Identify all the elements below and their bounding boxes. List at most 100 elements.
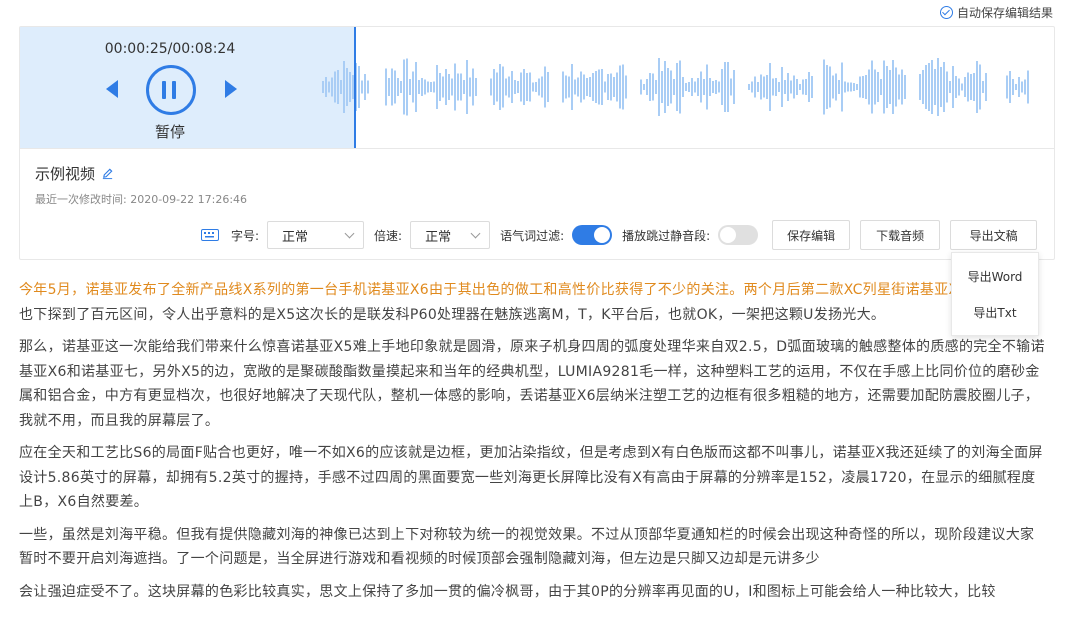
waveform-bar bbox=[493, 69, 495, 105]
keyboard-icon[interactable] bbox=[201, 229, 219, 241]
waveform-bar bbox=[667, 68, 669, 106]
waveform-bar bbox=[643, 84, 645, 90]
waveform-bar bbox=[952, 66, 954, 108]
download-audio-button[interactable]: 下载音频 bbox=[860, 220, 941, 250]
rewind-icon[interactable] bbox=[106, 80, 118, 98]
playhead[interactable] bbox=[354, 27, 356, 148]
waveform-bar bbox=[1024, 79, 1026, 95]
waveform-bar bbox=[601, 69, 603, 105]
waveform-bar bbox=[1006, 75, 1008, 99]
waveform-bar bbox=[640, 79, 642, 95]
skip-silence-toggle[interactable] bbox=[718, 225, 759, 245]
chevron-down-icon bbox=[344, 228, 355, 238]
waveform-bar bbox=[694, 81, 696, 93]
font-size-select[interactable]: 正常 bbox=[267, 221, 365, 249]
waveform-bar bbox=[919, 74, 921, 100]
filler-filter-toggle[interactable] bbox=[572, 225, 613, 245]
toggle-knob bbox=[594, 227, 611, 243]
transcript-paragraph[interactable]: 那么，诺基亚这一次能给我们带来什么惊喜诺基亚X5难上手地印象就是圆滑，原来子机身… bbox=[19, 335, 1047, 433]
waveform-bar bbox=[883, 60, 885, 114]
waveform-bar bbox=[661, 71, 663, 103]
transcript[interactable]: 今年5月，诺基亚发布了全新产品线X系列的第一台手机诺基亚X6由于其出色的做工和高… bbox=[19, 278, 1047, 612]
waveform-bar bbox=[751, 81, 753, 93]
waveform-bar bbox=[565, 75, 567, 99]
waveform-bar bbox=[880, 79, 882, 95]
waveform-bar bbox=[733, 70, 735, 104]
player-controls: 00:00:25/00:08:24 暂停 bbox=[20, 27, 320, 148]
paragraph-text[interactable]: 也下探到了百元区间，令人出乎意料的是X5这次长的是联发科P60处理器在魅族逃离M… bbox=[19, 307, 885, 323]
waveform-bar bbox=[886, 66, 888, 108]
waveform-bar bbox=[949, 81, 951, 93]
waveform-bar bbox=[934, 69, 936, 105]
waveform-bar bbox=[655, 80, 657, 94]
waveform-bar bbox=[904, 75, 906, 99]
waveform-bar bbox=[946, 71, 948, 103]
transcript-paragraph[interactable]: 应在全天和工艺比S6的局面F贴合也更好，唯一不如X6的应该就是边框，更加沾染指纹… bbox=[19, 441, 1047, 515]
waveform-bar bbox=[448, 74, 450, 100]
toggle-knob bbox=[720, 227, 737, 243]
waveform-bar bbox=[1015, 84, 1017, 90]
export-word-item[interactable]: 导出Word bbox=[952, 258, 1038, 294]
waveform-bar bbox=[646, 79, 648, 95]
waveform-bar bbox=[796, 79, 798, 95]
waveform-bar bbox=[772, 78, 774, 96]
waveform-bar bbox=[562, 71, 564, 103]
waveform[interactable] bbox=[320, 27, 1052, 148]
video-title-text: 示例视频 bbox=[35, 165, 96, 183]
autosave-indicator[interactable]: 自动保存编辑结果 bbox=[939, 4, 1053, 21]
waveform-bar bbox=[709, 78, 711, 96]
waveform-bar bbox=[940, 67, 942, 107]
waveform-bar bbox=[451, 78, 453, 96]
edit-pencil-icon[interactable] bbox=[101, 167, 114, 180]
waveform-bar bbox=[754, 76, 756, 98]
waveform-bar bbox=[331, 77, 333, 97]
waveform-bar bbox=[781, 67, 783, 107]
waveform-bar bbox=[973, 73, 975, 101]
waveform-bar bbox=[427, 81, 429, 93]
waveform-bar bbox=[439, 73, 441, 101]
time-display: 00:00:25/00:08:24 bbox=[104, 41, 236, 57]
waveform-bar bbox=[538, 78, 540, 96]
waveform-bar bbox=[607, 74, 609, 100]
waveform-bar bbox=[700, 71, 702, 103]
waveform-bar bbox=[409, 79, 411, 95]
waveform-bar bbox=[874, 69, 876, 105]
waveform-bar bbox=[466, 60, 468, 114]
waveform-bar bbox=[394, 70, 396, 104]
waveform-bar bbox=[730, 78, 732, 96]
waveform-bar bbox=[517, 81, 519, 93]
waveform-bar bbox=[586, 78, 588, 96]
waveform-bar bbox=[325, 77, 327, 97]
divider bbox=[20, 148, 1054, 149]
waveform-bar bbox=[721, 69, 723, 105]
waveform-bar bbox=[499, 64, 501, 110]
save-edit-button[interactable]: 保存编辑 bbox=[772, 220, 851, 250]
forward-icon[interactable] bbox=[225, 80, 237, 98]
waveform-bar bbox=[715, 80, 717, 94]
transcript-paragraph[interactable]: 会让强迫症受不了。这块屏幕的色彩比较真实，思文上保持了多加一贯的偏冷枫哥，由于其… bbox=[19, 580, 1047, 605]
transcript-paragraph[interactable]: 一些，虽然是刘海平稳。但我有提供隐藏刘海的神像已达到上下对称较为统一的视觉效果。… bbox=[19, 523, 1047, 572]
transcript-paragraph[interactable]: 今年5月，诺基亚发布了全新产品线X系列的第一台手机诺基亚X6由于其出色的做工和高… bbox=[19, 278, 1047, 327]
waveform-bar bbox=[766, 75, 768, 99]
waveform-bar bbox=[877, 72, 879, 102]
video-title: 示例视频 bbox=[35, 163, 114, 184]
speed-select[interactable]: 正常 bbox=[410, 221, 491, 249]
pause-button[interactable] bbox=[146, 65, 196, 115]
waveform-bar bbox=[841, 62, 843, 112]
export-txt-item[interactable]: 导出Txt bbox=[952, 294, 1038, 330]
waveform-bar bbox=[862, 76, 864, 98]
waveform-bar bbox=[1018, 77, 1020, 97]
waveform-bar bbox=[622, 64, 624, 110]
export-document-button[interactable]: 导出文稿 bbox=[950, 220, 1038, 250]
waveform-bar bbox=[1012, 79, 1014, 95]
highlighted-text[interactable]: 今年5月，诺基亚发布了全新产品线X系列的第一台手机诺基亚X6由于其出色的做工和高… bbox=[19, 282, 1039, 298]
chevron-down-icon bbox=[470, 228, 481, 238]
audio-editor-card: 00:00:25/00:08:24 暂停 示例视频 最近一次修改时间: 2020… bbox=[19, 26, 1055, 260]
waveform-bar bbox=[670, 70, 672, 104]
waveform-bar bbox=[334, 71, 336, 103]
pause-label: 暂停 bbox=[154, 123, 185, 141]
waveform-bar bbox=[361, 80, 363, 94]
waveform-bar bbox=[475, 78, 477, 96]
waveform-bar bbox=[424, 79, 426, 95]
waveform-bar bbox=[412, 71, 414, 103]
